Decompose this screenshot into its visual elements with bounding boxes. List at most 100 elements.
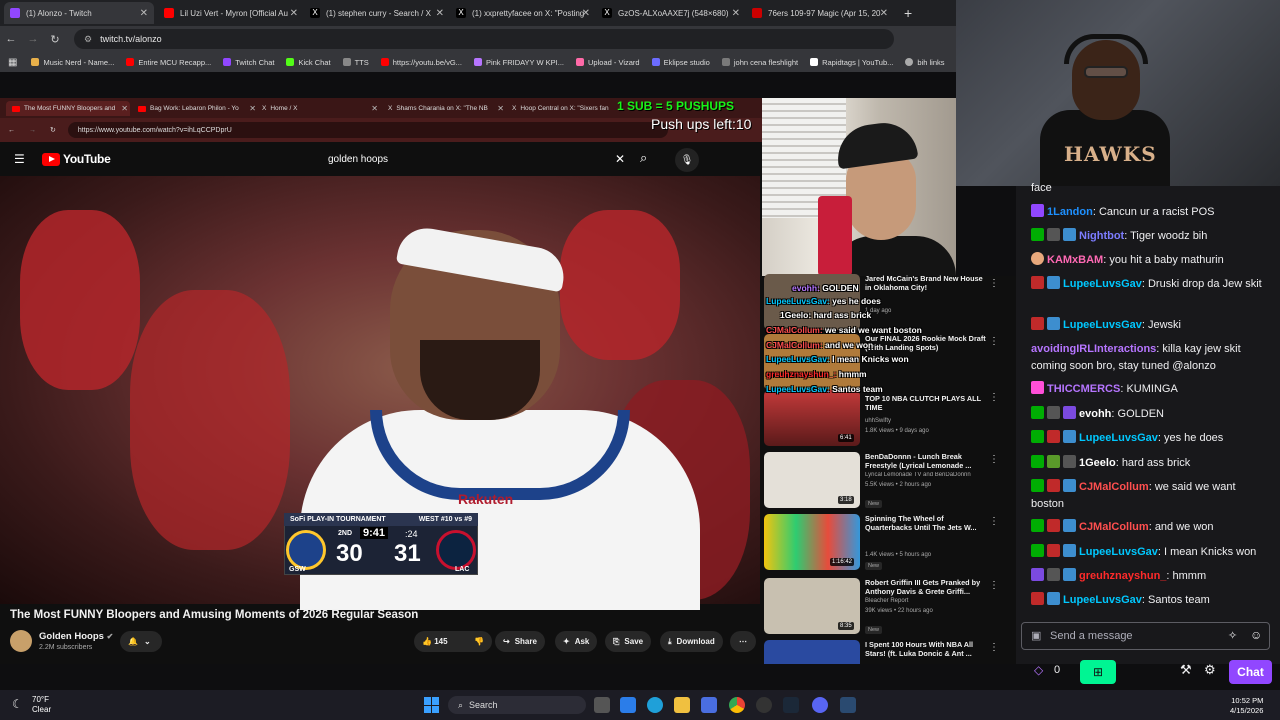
forward-icon[interactable]: → [22, 33, 44, 45]
more-icon[interactable]: ⋮ [989, 580, 999, 591]
clear-search-icon[interactable]: ✕ [615, 152, 625, 166]
save-button[interactable]: ⎘ Save [605, 631, 652, 652]
reload-icon[interactable]: ↻ [50, 126, 56, 134]
chat-send-button[interactable]: Chat [1229, 660, 1272, 684]
more-icon[interactable]: ⋮ [989, 336, 999, 347]
bookmark[interactable]: john cena fleshlight [721, 58, 798, 67]
tab-image[interactable]: X GzOS-ALXoAAXE7j (548×680) ✕ [596, 2, 746, 24]
more-icon[interactable]: ⋮ [989, 392, 999, 403]
more-icon[interactable]: ⋮ [989, 516, 999, 527]
more-icon[interactable]: ⋮ [989, 642, 999, 653]
bookmark[interactable]: Music Nerd - Name... [31, 58, 114, 67]
edge-icon[interactable] [647, 697, 663, 713]
recommended-video[interactable]: I Spent 100 Hours With NBA All Stars! (f… [764, 640, 1012, 664]
ask-button[interactable]: ✦ Ask [555, 631, 598, 652]
taskbar-search[interactable]: ⌕ Search [448, 696, 586, 714]
close-tab-icon[interactable]: ✕ [140, 8, 148, 19]
bookmark[interactable]: Upload - Vizard [576, 58, 640, 67]
sub-badge-icon [1063, 430, 1076, 443]
more-icon[interactable]: ⋮ [989, 454, 999, 465]
close-tab-icon[interactable]: ✕ [436, 8, 444, 19]
search-icon[interactable]: ⌕ [640, 150, 647, 166]
forward-icon[interactable]: → [29, 127, 36, 134]
store-icon[interactable] [701, 697, 717, 713]
discord-icon[interactable] [812, 697, 828, 713]
close-tab-icon[interactable]: ✕ [290, 8, 298, 19]
chat-overlay-line: LupeeLuvsGav: I mean Knicks won [766, 354, 909, 364]
recommended-video[interactable]: 6:41 TOP 10 NBA CLUTCH PLAYS ALL TIME uh… [764, 390, 1012, 454]
recommended-video[interactable]: 1:16:42 Spinning The Wheel of Quarterbac… [764, 514, 1012, 578]
youtube-logo[interactable]: YouTube [42, 152, 111, 166]
share-button[interactable]: ↪ Share [495, 631, 545, 652]
site-info-icon[interactable]: ⚙ [84, 34, 92, 45]
tab-x-post[interactable]: X (1) xxprettyfacee on X: "Posting ✕ [450, 2, 596, 24]
address-bar[interactable]: ⚙ twitch.tv/alonzo [74, 29, 894, 49]
task-view-icon[interactable] [594, 697, 610, 713]
new-tab-button[interactable]: + [898, 2, 918, 24]
more-actions-button[interactable]: ⋯ [730, 631, 756, 652]
obs-icon[interactable] [756, 697, 772, 713]
emote-picker-icon[interactable]: ☺ [1250, 628, 1262, 642]
steam-icon[interactable] [783, 697, 799, 713]
bookmark[interactable]: Kick Chat [286, 58, 331, 67]
weather-widget[interactable]: 70°F Clear [32, 695, 51, 715]
inner-tab[interactable]: X Home / X ✕ [262, 101, 380, 116]
settings-icon[interactable]: ⚙ [1204, 662, 1216, 678]
tab-twitch[interactable]: (1) Alonzo - Twitch ✕ [4, 2, 154, 24]
bookmark[interactable]: Eklipse studio [651, 58, 710, 67]
chat-settings-icon[interactable]: ▣ [1031, 629, 1041, 642]
inner-tab[interactable]: The Most FUNNY Bloopers and ✕ [6, 101, 130, 116]
download-button[interactable]: ⤓ Download [660, 631, 723, 652]
copilot-icon[interactable] [620, 697, 636, 713]
youtube-search-input[interactable]: golden hoops [318, 147, 634, 171]
channel-name[interactable]: Golden Hoops ✔ [39, 631, 113, 642]
bookmark[interactable]: TTS [342, 58, 369, 67]
close-tab-icon[interactable]: ✕ [249, 104, 256, 113]
badge-icon [1047, 406, 1060, 419]
app-icon[interactable] [840, 697, 856, 713]
notification-bell-button[interactable]: 🔔 ⌄ [120, 631, 162, 652]
recommended-video[interactable]: 8:35 Robert Griffin III Gets Pranked by … [764, 578, 1012, 642]
weather-icon[interactable]: ☾ [12, 697, 23, 711]
bookmark[interactable]: Rapidtags | YouTub... [810, 58, 893, 67]
tab-youtube[interactable]: Lil Uzi Vert - Myron [Official Au ✕ [158, 2, 304, 24]
back-icon[interactable]: ← [0, 33, 22, 45]
tab-espn[interactable]: 76ers 109-97 Magic (Apr 15, 20 ✕ [746, 2, 894, 24]
close-tab-icon[interactable]: ✕ [497, 104, 504, 113]
apps-icon[interactable]: ▦ [8, 57, 17, 68]
windows-start-icon[interactable] [424, 697, 440, 713]
bookmark[interactable]: bih links [905, 58, 945, 67]
inner-tab[interactable]: X Shams Charania on X: "The NB ✕ [388, 101, 506, 116]
like-button[interactable]: 👍 145 [422, 637, 448, 646]
bookmark[interactable]: Twitch Chat [223, 58, 274, 67]
channel-points-icon[interactable]: ◇ [1034, 663, 1043, 677]
dislike-icon[interactable]: 👎 [474, 637, 484, 646]
close-tab-icon[interactable]: ✕ [371, 104, 378, 113]
recommended-video[interactable]: 3:18 BenDaDonnn - Lunch Break Freestyle … [764, 452, 1012, 516]
youtube-play-icon [42, 152, 60, 166]
rewards-icon[interactable]: ⚒ [1180, 662, 1192, 678]
gift-badge-icon [1047, 519, 1060, 532]
hype-icon[interactable]: ✧ [1228, 629, 1237, 642]
tab-x-search[interactable]: X (1) stephen curry - Search / X ✕ [304, 2, 450, 24]
chrome-icon[interactable] [729, 697, 745, 713]
inner-tab[interactable]: Bag Work: Lebaron Philon - Yo ✕ [138, 101, 258, 116]
close-tab-icon[interactable]: ✕ [732, 8, 740, 19]
channel-avatar[interactable] [10, 630, 32, 652]
inner-address-bar[interactable]: https://www.youtube.com/watch?v=ihLqCCPD… [67, 122, 668, 138]
reload-icon[interactable]: ↻ [44, 33, 66, 46]
more-icon[interactable]: ⋮ [989, 278, 999, 289]
file-explorer-icon[interactable] [674, 697, 690, 713]
system-clock[interactable]: 10:52 PM 4/15/2026 [1230, 696, 1263, 716]
gift-button[interactable]: ⊞ [1080, 660, 1116, 684]
bookmark[interactable]: Pink FRIDAYY W KPI... [473, 58, 564, 67]
close-tab-icon[interactable]: ✕ [582, 8, 590, 19]
close-tab-icon[interactable]: ✕ [880, 8, 888, 19]
back-icon[interactable]: ← [8, 127, 15, 134]
microphone-icon[interactable]: 🎙 [675, 148, 699, 172]
bookmark[interactable]: https://youtu.be/vG... [380, 58, 462, 67]
menu-icon[interactable]: ☰ [14, 152, 25, 166]
inner-tab[interactable]: X Hoop Central on X: "Sixers fan [512, 101, 616, 116]
bookmark[interactable]: Entire MCU Recapp... [126, 58, 211, 67]
close-tab-icon[interactable]: ✕ [121, 104, 128, 113]
